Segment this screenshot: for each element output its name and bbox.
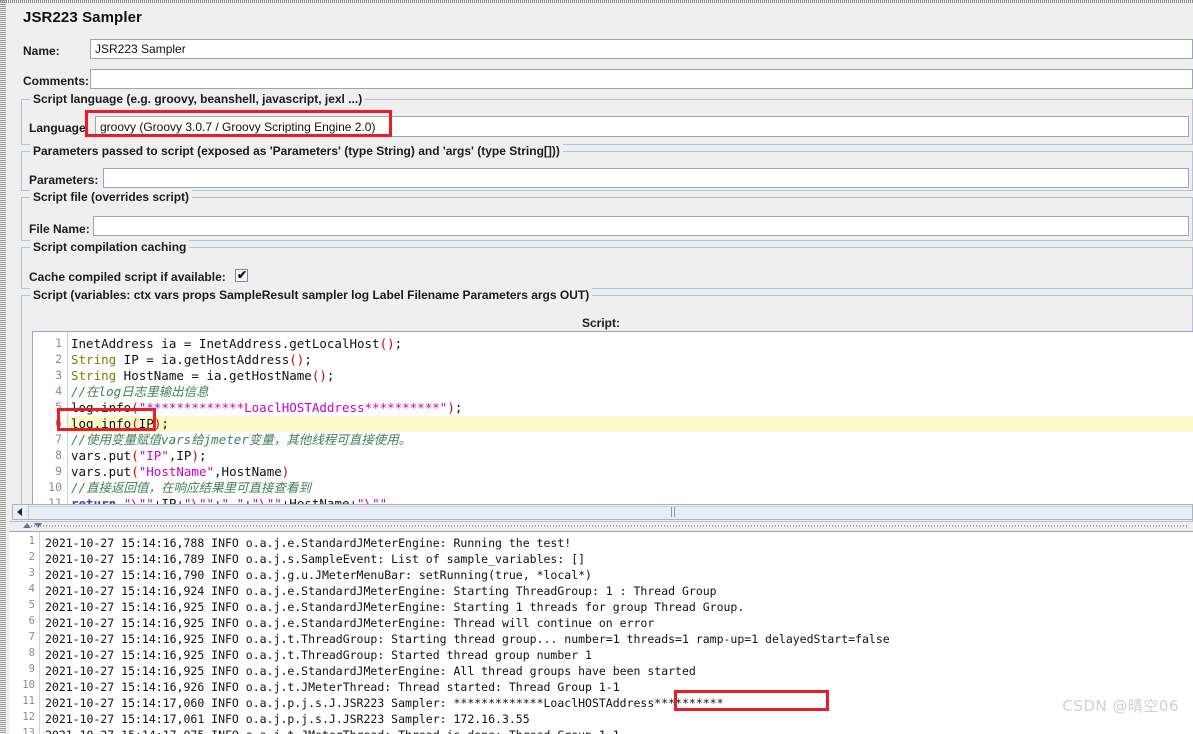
watermark: CSDN @晴空06: [1062, 697, 1179, 715]
cache-compiled-label: Cache compiled script if available:: [29, 270, 226, 284]
code-line[interactable]: String IP = ia.getHostAddress();: [71, 352, 312, 368]
comments-label: Comments:: [23, 74, 90, 88]
console-line-number: 11: [22, 695, 35, 707]
console-log-line: 2021-10-27 15:14:16,925 INFO o.a.j.t.Thr…: [45, 632, 890, 646]
language-label: Language: [29, 121, 86, 135]
console-line-number: 4: [28, 583, 35, 595]
script-header-label: Script:: [581, 316, 620, 330]
console-line-number: 2: [28, 551, 35, 563]
script-editor[interactable]: 1 2 3 4 5 6 7 8 9 10 11 InetAddress ia = InetAddre…: [32, 331, 1193, 507]
file-name-input[interactable]: [93, 216, 1189, 236]
code-line[interactable]: //直接返回值，在响应结果里可直接查看到: [71, 480, 311, 496]
parameters-input[interactable]: [103, 168, 1189, 188]
sampler-config-panel: JSR223 Sampler Name: JSR223 Sampler Comm…: [9, 3, 1193, 523]
log-console[interactable]: 1 2 3 4 5 6 7 8 9 10 11 12 13 2021-10-27 15:14:16,78…: [9, 531, 1193, 734]
highlighted-code-line: [68, 416, 1193, 432]
editor-code-area[interactable]: InetAddress ia = InetAddress.getLocalHos…: [68, 332, 1193, 506]
console-log-line: 2021-10-27 15:14:16,790 INFO o.a.j.g.u.J…: [45, 568, 592, 582]
scroll-left-arrow-icon[interactable]: [13, 505, 29, 519]
page-title: JSR223 Sampler: [23, 9, 142, 26]
panel-splitter[interactable]: [9, 521, 1193, 531]
editor-line-number-gutter: 1 2 3 4 5 6 7 8 9 10 11: [33, 332, 68, 506]
console-log-line: 2021-10-27 15:14:16,789 INFO o.a.j.s.Sam…: [45, 552, 586, 566]
console-log-line: 2021-10-27 15:14:16,924 INFO o.a.j.e.Sta…: [45, 584, 717, 598]
console-line-number: 8: [28, 647, 35, 659]
jsr223-sampler-window: JSR223 Sampler Name: JSR223 Sampler Comm…: [0, 0, 1193, 734]
name-input[interactable]: JSR223 Sampler: [90, 39, 1193, 59]
file-name-label: File Name:: [29, 222, 90, 236]
code-line[interactable]: vars.put("HostName",HostName): [71, 464, 289, 480]
code-line[interactable]: String HostName = ia.getHostName();: [71, 368, 334, 384]
code-line[interactable]: //在log日志里输出信息: [71, 384, 209, 400]
code-line[interactable]: //使用变量赋值vars给jmeter变量，其他线程可直接使用。: [71, 432, 411, 448]
editor-line-number: 6: [55, 416, 62, 430]
code-line[interactable]: vars.put("IP",IP);: [71, 448, 207, 464]
console-line-number: 1: [28, 535, 35, 547]
language-combobox[interactable]: groovy (Groovy 3.0.7 / Groovy Scripting …: [95, 116, 1189, 137]
script-language-group-title: Script language (e.g. groovy, beanshell,…: [30, 92, 366, 106]
parameters-group-title: Parameters passed to script (exposed as …: [30, 144, 563, 158]
console-line-number: 6: [28, 615, 35, 627]
editor-horizontal-scrollbar[interactable]: [12, 504, 1193, 520]
editor-line-number: 9: [55, 464, 62, 478]
console-log-line: 2021-10-27 15:14:16,925 INFO o.a.j.e.Sta…: [45, 600, 745, 614]
check-icon: ✔: [237, 268, 248, 282]
caching-group-title: Script compilation caching: [30, 240, 190, 254]
console-log-line: 2021-10-27 15:14:17,075 INFO o.a.j.t.JMe…: [45, 727, 620, 734]
editor-line-number: 4: [55, 384, 62, 398]
console-log-line: 2021-10-27 15:14:16,925 INFO o.a.j.e.Sta…: [45, 616, 655, 630]
editor-line-number: 8: [55, 448, 62, 462]
cache-compiled-checkbox[interactable]: ✔: [235, 269, 248, 282]
console-line-number: 13: [22, 727, 35, 734]
scrollbar-track[interactable]: [28, 506, 1192, 519]
editor-line-number: 3: [55, 368, 62, 382]
comments-input[interactable]: [90, 69, 1193, 89]
scrollbar-thumb-grip-icon[interactable]: [671, 507, 675, 517]
code-line[interactable]: log.info(IP);: [71, 416, 169, 432]
script-group-title: Script (variables: ctx vars props Sample…: [30, 288, 593, 302]
splitter-collapse-up-icon[interactable]: [23, 523, 31, 528]
console-line-number: 10: [22, 679, 35, 691]
editor-line-number: 1: [55, 336, 62, 350]
console-line-number: 3: [28, 567, 35, 579]
splitter-grip: [31, 525, 1189, 527]
console-line-number: 7: [28, 631, 35, 643]
console-line-number: 12: [22, 711, 35, 723]
console-log-line: 2021-10-27 15:14:16,925 INFO o.a.j.t.Thr…: [45, 648, 592, 662]
console-log-line: 2021-10-27 15:14:16,926 INFO o.a.j.t.JMe…: [45, 680, 620, 694]
console-log-line: 2021-10-27 15:14:16,788 INFO o.a.j.e.Sta…: [45, 536, 572, 550]
console-line-number: 9: [28, 663, 35, 675]
console-line-number: 5: [28, 599, 35, 611]
console-log-line: 2021-10-27 15:14:16,925 INFO o.a.j.e.Sta…: [45, 664, 696, 678]
editor-line-number: 5: [55, 400, 62, 414]
console-log-line: 2021-10-27 15:14:17,061 INFO o.a.j.p.j.s…: [45, 712, 530, 726]
focus-border-left-inner: [5, 0, 6, 734]
editor-line-number: 2: [55, 352, 62, 366]
code-line[interactable]: log.info("*************LoaclHOSTAddress*…: [71, 400, 462, 416]
name-label: Name:: [23, 44, 60, 58]
console-log-line: 2021-10-27 15:14:17,060 INFO o.a.j.p.j.s…: [45, 696, 724, 710]
editor-line-number: 10: [48, 480, 62, 494]
parameters-label: Parameters:: [29, 173, 99, 187]
editor-line-number: 7: [55, 432, 62, 446]
script-file-group-title: Script file (overrides script): [30, 190, 193, 204]
code-line[interactable]: InetAddress ia = InetAddress.getLocalHos…: [71, 336, 402, 352]
console-line-number-gutter: 1 2 3 4 5 6 7 8 9 10 11 12 13: [9, 532, 40, 734]
